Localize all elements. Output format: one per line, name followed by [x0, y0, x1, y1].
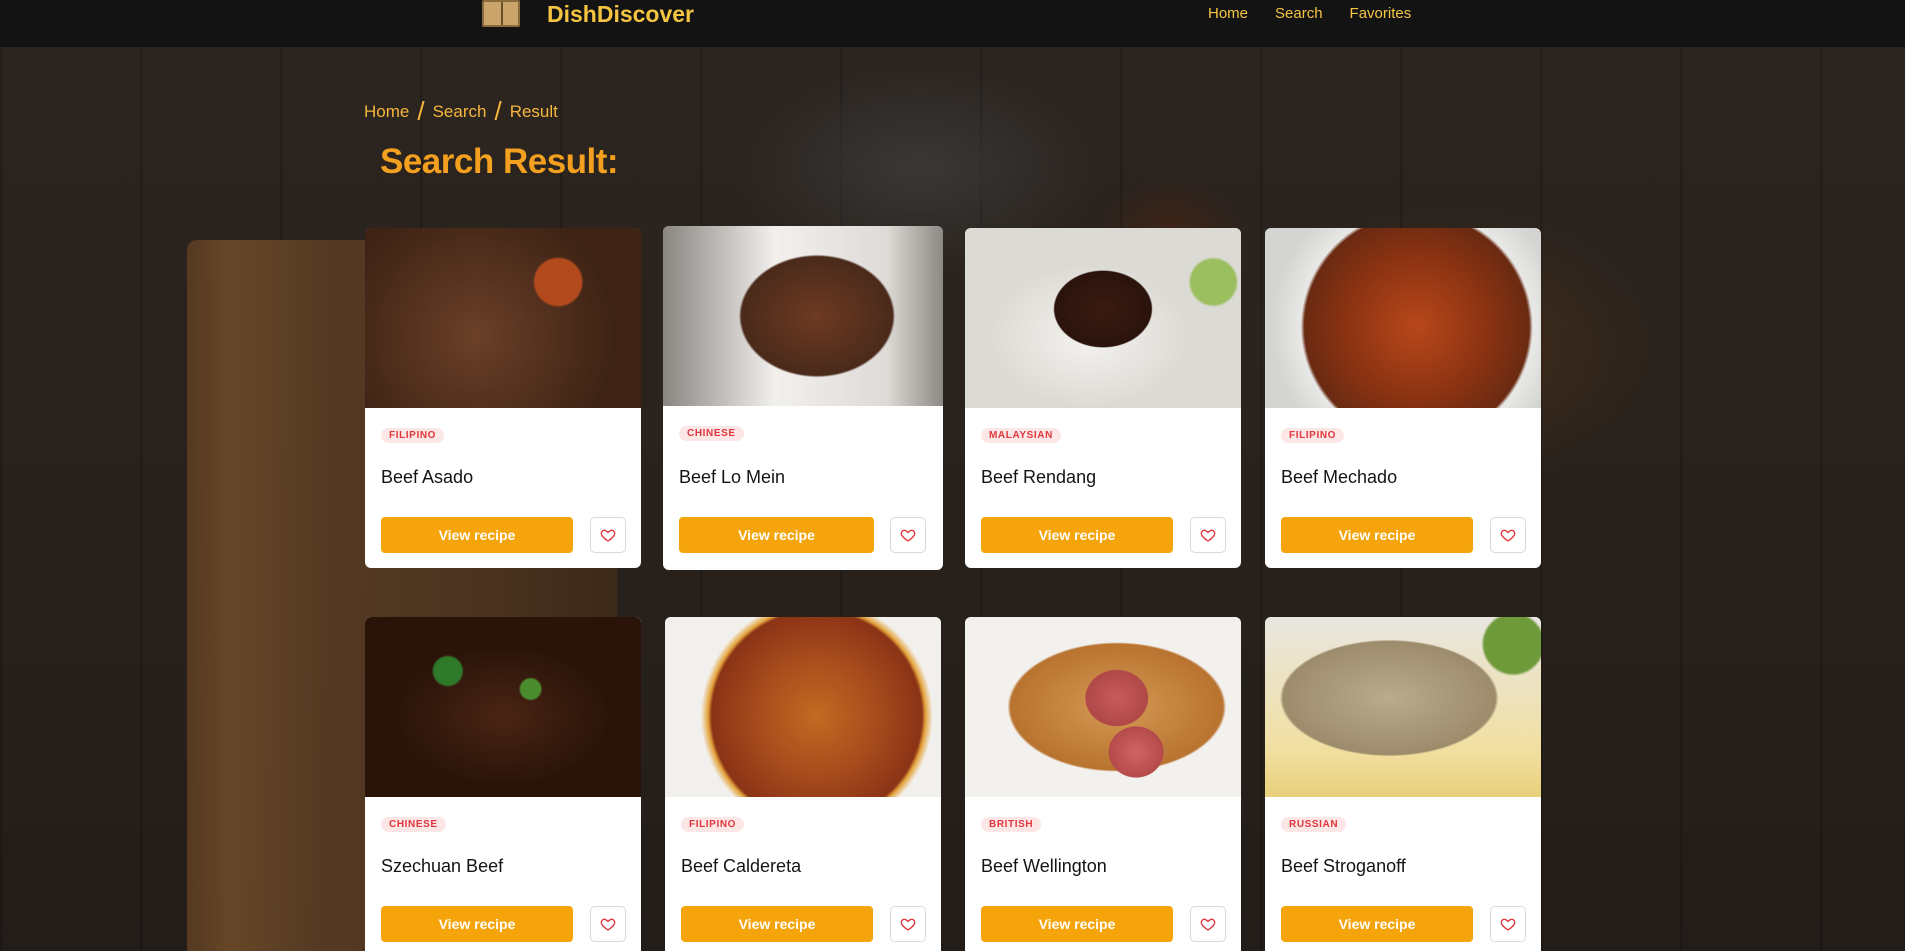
- cuisine-badge: MALAYSIAN: [981, 428, 1061, 443]
- view-recipe-button[interactable]: View recipe: [681, 906, 873, 942]
- recipe-image[interactable]: [665, 617, 941, 797]
- breadcrumb-home[interactable]: Home: [364, 102, 409, 122]
- favorite-button[interactable]: [890, 517, 926, 553]
- recipe-title: Beef Stroganoff: [1281, 856, 1406, 876]
- nav-favorites-link[interactable]: Favorites: [1350, 5, 1412, 22]
- recipe-card: FILIPINO Beef Mechado View recipe: [1265, 228, 1541, 568]
- view-recipe-button[interactable]: View recipe: [381, 517, 573, 553]
- cuisine-badge: CHINESE: [679, 426, 744, 441]
- recipe-card: FILIPINO Beef Caldereta View recipe: [665, 617, 941, 951]
- heart-icon: [600, 918, 616, 931]
- recipe-title: Beef Wellington: [981, 856, 1107, 876]
- cuisine-badge: FILIPINO: [1281, 428, 1345, 443]
- recipe-card: RUSSIAN Beef Stroganoff View recipe: [1265, 617, 1541, 951]
- favorite-button[interactable]: [890, 906, 926, 942]
- heart-icon: [1500, 918, 1516, 931]
- view-recipe-button[interactable]: View recipe: [1281, 517, 1473, 553]
- recipe-image[interactable]: [1265, 228, 1541, 408]
- recipe-title: Beef Mechado: [1281, 467, 1398, 487]
- recipe-title: Beef Lo Mein: [679, 467, 786, 487]
- view-recipe-button[interactable]: View recipe: [981, 906, 1173, 942]
- nav-home-link[interactable]: Home: [1208, 5, 1248, 22]
- heart-icon: [1200, 529, 1216, 542]
- heart-icon: [600, 529, 616, 542]
- recipe-card: BRITISH Beef Wellington View recipe: [965, 617, 1241, 951]
- cuisine-badge: CHINESE: [381, 817, 446, 832]
- recipe-card: FILIPINO Beef Asado View recipe: [365, 228, 641, 568]
- recipe-image[interactable]: [365, 228, 641, 408]
- view-recipe-button[interactable]: View recipe: [679, 517, 874, 553]
- book-icon[interactable]: [482, 0, 520, 27]
- recipe-title: Beef Asado: [381, 467, 474, 487]
- page-title: Search Result:: [380, 142, 619, 181]
- heart-icon: [1500, 529, 1516, 542]
- breadcrumb-search[interactable]: Search: [433, 102, 487, 122]
- recipe-title: Szechuan Beef: [381, 856, 504, 876]
- cuisine-badge: RUSSIAN: [1281, 817, 1347, 832]
- favorite-button[interactable]: [1190, 906, 1226, 942]
- nav-links: Home Search Favorites: [1208, 5, 1411, 22]
- nav-search-link[interactable]: Search: [1275, 5, 1323, 22]
- cuisine-badge: FILIPINO: [381, 428, 445, 443]
- brand-name[interactable]: DishDiscover: [547, 1, 694, 28]
- recipe-image[interactable]: [965, 228, 1241, 408]
- favorite-button[interactable]: [1190, 517, 1226, 553]
- recipe-card: CHINESE Szechuan Beef View recipe: [365, 617, 641, 951]
- recipe-image[interactable]: [663, 226, 943, 406]
- recipe-image[interactable]: [965, 617, 1241, 797]
- favorite-button[interactable]: [1490, 517, 1526, 553]
- view-recipe-button[interactable]: View recipe: [1281, 906, 1473, 942]
- cuisine-badge: FILIPINO: [681, 817, 745, 832]
- recipe-image[interactable]: [365, 617, 641, 797]
- cuisine-badge: BRITISH: [981, 817, 1042, 832]
- recipe-title: Beef Caldereta: [681, 856, 802, 876]
- recipe-image[interactable]: [1265, 617, 1541, 797]
- view-recipe-button[interactable]: View recipe: [381, 906, 573, 942]
- favorite-button[interactable]: [590, 517, 626, 553]
- heart-icon: [1200, 918, 1216, 931]
- breadcrumb-result: Result: [509, 101, 558, 121]
- heart-icon: [900, 529, 916, 542]
- view-recipe-button[interactable]: View recipe: [981, 517, 1173, 553]
- navbar: DishDiscover Home Search Favorites: [0, 0, 1905, 47]
- recipe-card: CHINESE Beef Lo Mein View recipe: [663, 226, 943, 570]
- heart-icon: [900, 918, 916, 931]
- breadcrumb-separator: /: [494, 96, 502, 126]
- recipe-card: MALAYSIAN Beef Rendang View recipe: [965, 228, 1241, 568]
- breadcrumb-separator: /: [417, 96, 425, 126]
- favorite-button[interactable]: [1490, 906, 1526, 942]
- recipe-title: Beef Rendang: [981, 467, 1097, 487]
- favorite-button[interactable]: [590, 906, 626, 942]
- breadcrumb: Home / Search / Result: [364, 96, 558, 127]
